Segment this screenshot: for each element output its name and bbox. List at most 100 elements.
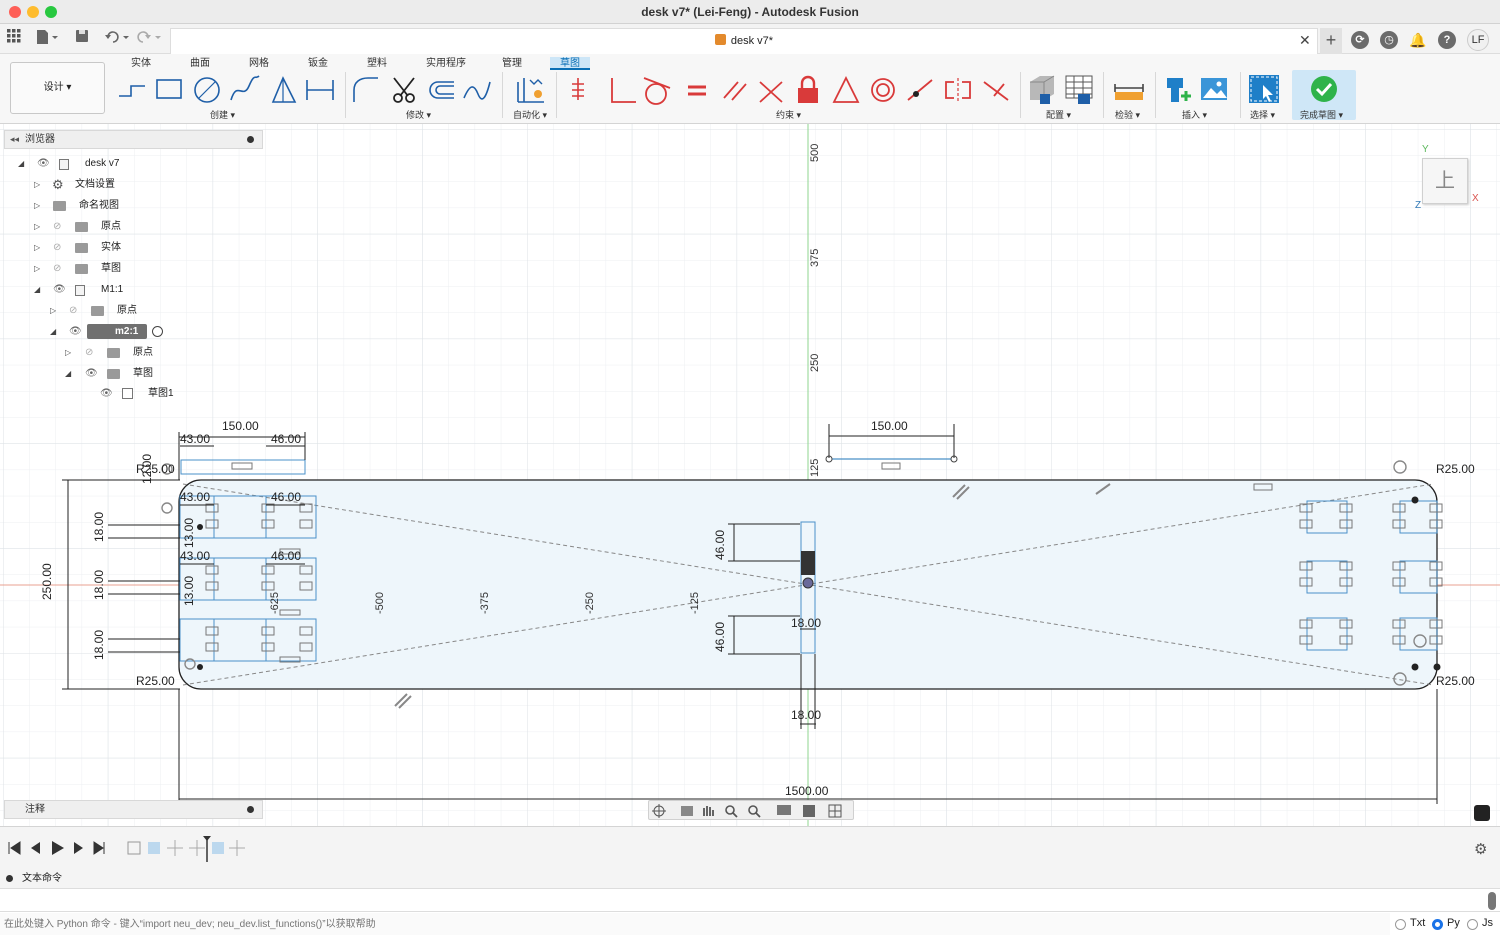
browser-item-m1[interactable]: ◢ 👁 M1:1 [0, 279, 262, 300]
close-tab-icon[interactable]: ✕ [1299, 32, 1311, 49]
zoom-icon[interactable] [725, 805, 738, 818]
fix-constraint-icon[interactable] [572, 78, 584, 100]
finish-sketch-label[interactable]: 完成草图 ▾ [1300, 108, 1343, 121]
line-tool-icon[interactable] [119, 85, 145, 97]
center-block[interactable] [801, 551, 815, 575]
pan-hand-icon[interactable] [703, 806, 714, 816]
triangle-tool-icon[interactable] [271, 76, 297, 103]
perpendicular-constraint-icon[interactable] [611, 78, 636, 103]
timeline-settings-gear-icon[interactable]: ⚙ [1474, 840, 1487, 858]
timeline-marker[interactable] [203, 836, 211, 862]
dim-12[interactable]: 12.00 [140, 454, 154, 484]
inspect-group-label[interactable]: 检验 ▾ [1115, 108, 1140, 121]
browser-item-m2-sketches[interactable]: ◢ 👁 草图 [0, 363, 262, 384]
expand-caret-icon[interactable]: ◢ [18, 153, 24, 174]
visibility-eye-icon[interactable]: 👁 [100, 383, 113, 404]
hidden-eye-icon[interactable]: ⊘ [53, 258, 61, 279]
redo-icon[interactable] [136, 29, 164, 47]
lock-constraint-icon[interactable] [798, 75, 818, 103]
dim-46-b[interactable]: 46.00 [271, 490, 301, 504]
timeline-joint-icon[interactable] [167, 840, 183, 856]
help-icon[interactable]: ? [1438, 31, 1456, 49]
hidden-eye-icon[interactable]: ⊘ [53, 216, 61, 237]
top-width-dim[interactable]: 150.00 [222, 419, 259, 433]
configure-cube-icon[interactable] [1030, 75, 1055, 104]
dim-43-c[interactable]: 43.00 [180, 549, 210, 563]
document-tab[interactable]: desk v7* [170, 28, 1318, 54]
file-menu-icon[interactable] [35, 29, 58, 47]
expand-caret-icon[interactable]: ◢ [50, 321, 56, 342]
user-avatar[interactable]: LF [1467, 29, 1489, 51]
new-tab-icon[interactable]: + [1320, 28, 1342, 54]
modify-group-label[interactable]: 修改 ▾ [406, 108, 431, 121]
dim-18-center-b[interactable]: 18.00 [791, 708, 821, 722]
pin-icon[interactable] [247, 136, 254, 143]
save-icon[interactable] [73, 29, 91, 47]
viewcube[interactable]: 上 [1422, 158, 1468, 204]
tab-solid[interactable]: 实体 [128, 57, 154, 70]
expand-caret-icon[interactable]: ▷ [50, 300, 56, 321]
concentric-constraint-icon[interactable] [871, 78, 895, 102]
display-settings-icon[interactable] [777, 805, 791, 815]
timeline-prev-icon[interactable] [31, 842, 40, 854]
js-radio[interactable] [1467, 919, 1478, 930]
radius-dim-bottom-left[interactable]: R25.00 [136, 674, 175, 688]
expand-caret-icon[interactable]: ▷ [34, 174, 40, 195]
hidden-eye-icon[interactable]: ⊘ [69, 300, 77, 321]
zoom-window-button[interactable] [45, 6, 57, 18]
dim-13-a[interactable]: 13.00 [182, 518, 196, 548]
dim-46-center-top[interactable]: 46.00 [713, 530, 727, 560]
sketch-palette-toggle-icon[interactable] [1474, 805, 1490, 821]
dim-18-center-a[interactable]: 18.00 [791, 616, 821, 630]
dim-18-b[interactable]: 18.00 [92, 570, 106, 600]
insert-image-icon[interactable] [1201, 78, 1227, 100]
dim-46-c[interactable]: 46.00 [271, 549, 301, 563]
dim-18-c[interactable]: 18.00 [92, 630, 106, 660]
browser-item-origin[interactable]: ▷ ⊘ 原点 [0, 216, 262, 237]
overall-height-dim[interactable]: 250.00 [40, 563, 54, 600]
rectangle-tool-icon[interactable] [156, 79, 182, 99]
orbit-icon[interactable] [652, 804, 666, 818]
parallel-constraint-icon[interactable] [723, 81, 747, 101]
close-window-button[interactable] [9, 6, 21, 18]
center-width-dim[interactable]: 150.00 [871, 419, 908, 433]
notifications-bell-icon[interactable]: 🔔 [1409, 31, 1427, 49]
select-tool-icon[interactable] [1247, 73, 1281, 107]
minimize-window-button[interactable] [27, 6, 39, 18]
tab-sheetmetal[interactable]: 钣金 [305, 57, 331, 70]
radius-dim-bottom-right[interactable]: R25.00 [1436, 674, 1475, 688]
measure-tool-icon[interactable] [1113, 76, 1145, 104]
origin-point[interactable] [802, 577, 814, 589]
midpoint-constraint-icon[interactable] [983, 81, 1009, 101]
look-at-icon[interactable] [681, 806, 693, 816]
tab-sketch[interactable]: 草图 [550, 57, 590, 70]
text-commands-header[interactable]: 文本命令 [0, 870, 1500, 888]
insert-group-label[interactable]: 插入 ▾ [1182, 108, 1207, 121]
browser-panel-header[interactable]: ◂◂ 浏览器 [4, 130, 263, 149]
overall-width-dim[interactable]: 1500.00 [785, 784, 828, 798]
visibility-eye-icon[interactable]: 👁 [37, 153, 50, 174]
spline-tool-icon[interactable] [230, 75, 260, 101]
dim-46-a[interactable]: 46.00 [271, 432, 301, 446]
pin-icon[interactable] [6, 875, 13, 882]
output-scrollbar[interactable] [1488, 892, 1496, 910]
expand-caret-icon[interactable]: ▷ [34, 216, 40, 237]
browser-item-sketch1[interactable]: 👁 草图1 [0, 383, 262, 404]
select-group-label[interactable]: 选择 ▾ [1250, 108, 1275, 121]
timeline-play-icon[interactable] [52, 841, 64, 855]
constraints-group-label[interactable]: 约束 ▾ [776, 108, 801, 121]
circle-tool-icon[interactable] [194, 77, 220, 103]
viewcube-top-face[interactable]: 上 [1423, 159, 1467, 203]
timeline-sketch-feature-icon[interactable] [127, 841, 141, 855]
browser-item-m2-origin[interactable]: ▷ ⊘ 原点 [0, 342, 262, 363]
expand-caret-icon[interactable]: ▷ [34, 258, 40, 279]
expand-caret-icon[interactable]: ◢ [34, 279, 40, 300]
tab-manage[interactable]: 管理 [499, 57, 525, 70]
hidden-eye-icon[interactable]: ⊘ [85, 342, 93, 363]
undo-icon[interactable] [104, 29, 132, 47]
activate-radio-icon[interactable] [152, 326, 163, 337]
tab-utilities[interactable]: 实用程序 [423, 57, 469, 70]
txt-radio[interactable] [1395, 919, 1406, 930]
fillet-tool-icon[interactable] [353, 77, 378, 102]
dim-46-center-bottom[interactable]: 46.00 [713, 622, 727, 652]
